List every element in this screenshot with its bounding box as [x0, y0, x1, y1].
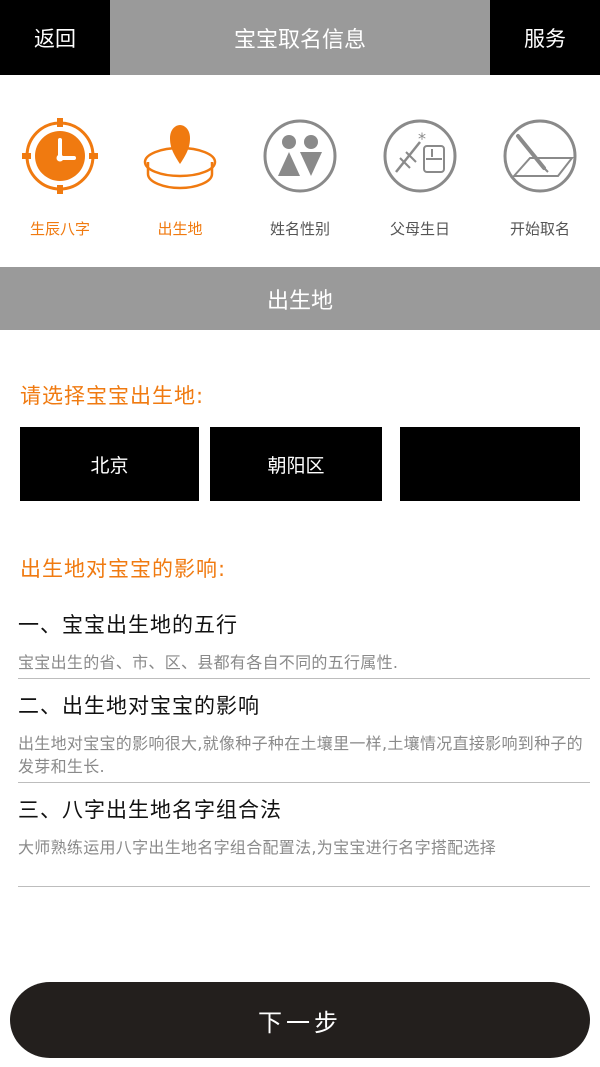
- step-birth-time[interactable]: 生辰八字: [0, 110, 120, 245]
- step-birthplace[interactable]: 出生地: [120, 110, 240, 245]
- influence-desc: 大师熟练运用八字出生地名字组合配置法,为宝宝进行名字搭配选择: [18, 838, 497, 857]
- influence-heading: 一、宝宝出生地的五行: [18, 613, 238, 637]
- next-step-button[interactable]: 下一步: [10, 982, 590, 1058]
- pen-paper-icon: [502, 118, 578, 194]
- step-parents-birthday[interactable]: * 父母生日: [360, 110, 480, 245]
- influence-item: 二、出生地对宝宝的影响 出生地对宝宝的影响很大,就像种子种在土壤里一样,土壤情况…: [18, 690, 590, 783]
- select-prompt: 请选择宝宝出生地:: [20, 384, 205, 408]
- gender-icon: [262, 118, 338, 194]
- step-label: 开始取名: [509, 220, 570, 238]
- service-button[interactable]: 服务: [490, 0, 600, 75]
- influence-heading: 三、八字出生地名字组合法: [18, 798, 282, 822]
- parents-birthday-icon: *: [382, 118, 458, 194]
- top-bar: 返回 宝宝取名信息 服务: [0, 0, 600, 75]
- influence-title: 出生地对宝宝的影响:: [20, 557, 227, 581]
- district-select[interactable]: 朝阳区: [210, 427, 382, 501]
- step-progress: 生辰八字 出生地 姓名性别 * 父母生日 开始取名: [0, 110, 600, 245]
- step-label: 出生地: [157, 220, 203, 238]
- influence-item: 三、八字出生地名字组合法 大师熟练运用八字出生地名字组合配置法,为宝宝进行名字搭…: [18, 794, 590, 887]
- influence-heading: 二、出生地对宝宝的影响: [18, 694, 260, 718]
- step-label: 父母生日: [389, 220, 450, 238]
- birthplace-selectors: 北京 朝阳区: [20, 427, 580, 501]
- step-label: 生辰八字: [29, 220, 90, 238]
- page-title: 宝宝取名信息: [233, 27, 366, 53]
- step-name-gender[interactable]: 姓名性别: [240, 110, 360, 245]
- step-label: 姓名性别: [269, 220, 330, 238]
- back-button[interactable]: 返回: [0, 0, 110, 75]
- influence-desc: 出生地对宝宝的影响很大,就像种子种在土壤里一样,土壤情况直接影响到种子的发芽和生…: [18, 734, 583, 776]
- svg-text:*: *: [418, 129, 426, 148]
- clock-icon: [22, 118, 98, 194]
- influence-desc: 宝宝出生的省、市、区、县都有各自不同的五行属性.: [18, 653, 399, 672]
- third-level-select[interactable]: [400, 427, 580, 501]
- province-select[interactable]: 北京: [20, 427, 199, 501]
- step-start-naming[interactable]: 开始取名: [480, 110, 600, 245]
- influence-item: 一、宝宝出生地的五行 宝宝出生的省、市、区、县都有各自不同的五行属性.: [18, 609, 590, 679]
- location-pin-icon: [142, 118, 218, 194]
- section-title: 出生地: [0, 267, 600, 330]
